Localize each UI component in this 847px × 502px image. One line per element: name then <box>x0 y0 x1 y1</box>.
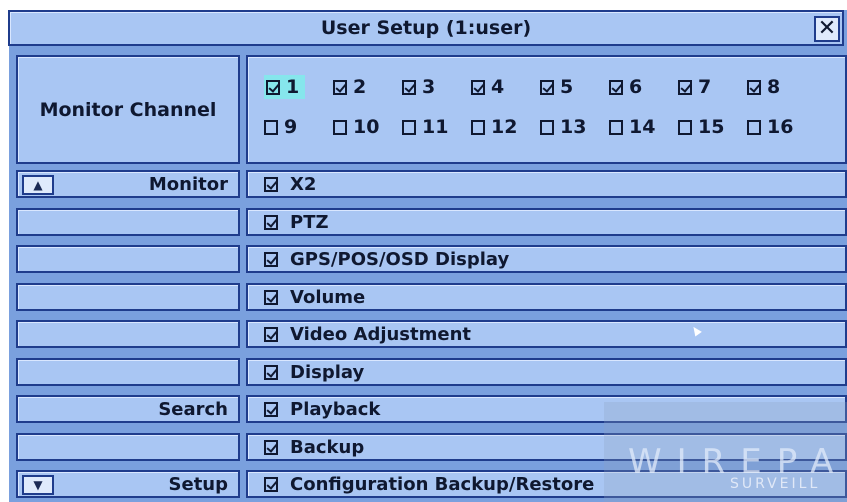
category-cell: ▼ Setup <box>16 470 240 498</box>
channel-checkbox-16[interactable]: 16 <box>747 115 793 139</box>
close-icon: ✕ <box>817 16 837 41</box>
channel-label: 8 <box>767 76 781 98</box>
channel-label: 11 <box>422 116 449 138</box>
checked-box-icon[interactable] <box>264 289 278 305</box>
channel-label: 10 <box>353 116 380 138</box>
checked-box-icon <box>609 79 623 95</box>
channel-label: 12 <box>491 116 518 138</box>
checked-box-icon <box>747 79 761 95</box>
channel-checkbox-8[interactable]: 8 <box>747 75 780 99</box>
close-button[interactable]: ✕ <box>814 16 840 42</box>
channel-label: 5 <box>560 76 574 98</box>
monitor-channel-label-cell: Monitor Channel <box>16 55 240 164</box>
permission-label: Playback <box>290 398 381 420</box>
down-arrow-icon: ▼ <box>33 478 43 492</box>
checked-box-icon[interactable] <box>264 326 278 342</box>
checked-box-icon <box>266 79 280 95</box>
channel-checkbox-7[interactable]: 7 <box>678 75 711 99</box>
channel-label: 16 <box>767 116 794 138</box>
checked-box-icon[interactable] <box>264 401 278 417</box>
category-cell <box>16 320 240 348</box>
category-cell <box>16 283 240 311</box>
checked-box-icon <box>402 79 416 95</box>
checked-box-icon[interactable] <box>264 176 278 192</box>
channel-checkbox-3[interactable]: 3 <box>402 75 435 99</box>
monitor-channel-label: Monitor Channel <box>39 98 217 121</box>
permission-row[interactable]: X2 <box>246 170 847 198</box>
permission-row[interactable]: PTZ <box>246 208 847 236</box>
category-label: Search <box>158 398 228 420</box>
checked-box-icon[interactable] <box>264 364 278 380</box>
channel-checkbox-13[interactable]: 13 <box>540 115 586 139</box>
scroll-down-button[interactable]: ▼ <box>22 475 54 495</box>
permission-label: Video Adjustment <box>290 323 472 345</box>
checked-box-icon <box>333 79 347 95</box>
unchecked-box-icon <box>264 119 278 135</box>
permission-row[interactable]: GPS/POS/OSD Display <box>246 245 847 273</box>
category-label: Setup <box>168 473 228 495</box>
permission-row[interactable]: Display <box>246 358 847 386</box>
checked-box-icon[interactable] <box>264 251 278 267</box>
category-cell <box>16 433 240 461</box>
permission-label: X2 <box>290 173 317 195</box>
up-arrow-icon: ▲ <box>33 178 43 192</box>
unchecked-box-icon <box>747 119 761 135</box>
channel-checkbox-9[interactable]: 9 <box>264 115 297 139</box>
unchecked-box-icon <box>540 119 554 135</box>
channel-label: 7 <box>698 76 712 98</box>
channel-label: 2 <box>353 76 367 98</box>
channel-checkbox-1[interactable]: 1 <box>264 75 306 99</box>
unchecked-box-icon <box>333 119 347 135</box>
category-cell <box>16 245 240 273</box>
permission-row[interactable]: Video Adjustment <box>246 320 847 348</box>
permission-label: Configuration Backup/Restore <box>290 473 595 495</box>
unchecked-box-icon <box>471 119 485 135</box>
category-cell: Search <box>16 395 240 423</box>
permission-label: Backup <box>290 436 365 458</box>
checked-box-icon[interactable] <box>264 476 278 492</box>
watermark-subtext: SURVEILL <box>730 476 821 492</box>
dialog-title: User Setup (1:user) <box>320 17 532 39</box>
channel-label: 3 <box>422 76 436 98</box>
channel-checkbox-12[interactable]: 12 <box>471 115 517 139</box>
category-cell: ▲ Monitor <box>16 170 240 198</box>
monitor-channel-grid: 1 2 3 4 5 6 7 8 9 10 11 12 13 14 15 16 <box>246 55 847 164</box>
channel-checkbox-10[interactable]: 10 <box>333 115 379 139</box>
channel-checkbox-6[interactable]: 6 <box>609 75 642 99</box>
channel-label: 9 <box>284 116 298 138</box>
checked-box-icon <box>678 79 692 95</box>
checked-box-icon <box>540 79 554 95</box>
checked-box-icon[interactable] <box>264 214 278 230</box>
channel-label: 4 <box>491 76 505 98</box>
channel-label: 15 <box>698 116 725 138</box>
category-label: Monitor <box>148 173 228 195</box>
category-cell <box>16 208 240 236</box>
checked-box-icon[interactable] <box>264 439 278 455</box>
dialog-title-bar: User Setup (1:user) ✕ <box>8 10 844 46</box>
unchecked-box-icon <box>678 119 692 135</box>
category-cell <box>16 358 240 386</box>
permission-row[interactable]: Volume <box>246 283 847 311</box>
channel-label: 1 <box>286 76 300 98</box>
permission-label: Volume <box>290 286 366 308</box>
channel-label: 6 <box>629 76 643 98</box>
channel-checkbox-14[interactable]: 14 <box>609 115 655 139</box>
permission-label: Display <box>290 361 365 383</box>
checked-box-icon <box>471 79 485 95</box>
channel-checkbox-5[interactable]: 5 <box>540 75 573 99</box>
channel-checkbox-4[interactable]: 4 <box>471 75 504 99</box>
channel-checkbox-2[interactable]: 2 <box>333 75 366 99</box>
scroll-up-button[interactable]: ▲ <box>22 175 54 195</box>
channel-checkbox-11[interactable]: 11 <box>402 115 448 139</box>
channel-label: 14 <box>629 116 656 138</box>
unchecked-box-icon <box>402 119 416 135</box>
permission-label: GPS/POS/OSD Display <box>290 248 510 270</box>
channel-label: 13 <box>560 116 587 138</box>
unchecked-box-icon <box>609 119 623 135</box>
channel-checkbox-15[interactable]: 15 <box>678 115 724 139</box>
permission-label: PTZ <box>290 211 329 233</box>
